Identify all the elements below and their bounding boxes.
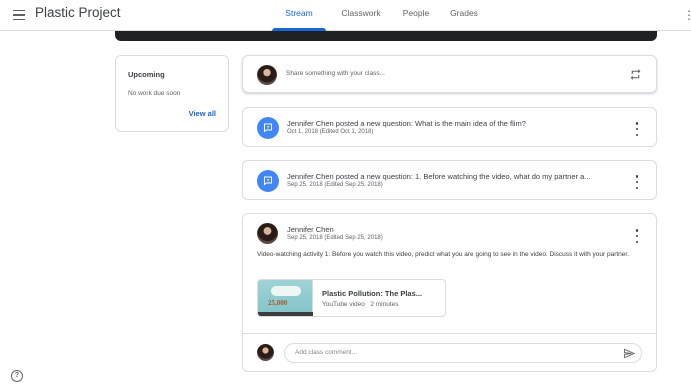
video-thumbnail: 25,000: [258, 280, 313, 316]
question-title: Jennifer Chen posted a new question: 1. …: [287, 172, 591, 181]
upcoming-card: Upcoming No work due soon View all: [115, 55, 229, 132]
avatar: [257, 223, 278, 244]
tab-bar: Stream Classwork People Grades: [272, 0, 486, 31]
comment-input[interactable]: Add class comment...: [284, 343, 642, 363]
question-title: Jennifer Chen posted a new question: Wha…: [287, 119, 526, 128]
post-body: Video-watching activity 1: Before you wa…: [257, 251, 630, 258]
tab-grades[interactable]: Grades: [442, 0, 486, 31]
upcoming-title: Upcoming: [128, 70, 165, 79]
share-box[interactable]: Share something with your class...: [242, 55, 657, 93]
attachment-meta: YouTube video 2 minutes: [322, 301, 399, 308]
top-bar: Plastic Project Stream Classwork People …: [0, 0, 691, 31]
view-all-link[interactable]: View all: [189, 109, 216, 118]
tab-people[interactable]: People: [394, 0, 438, 31]
post-date: Sep 25, 2018 (Edited Sep 25, 2018): [287, 235, 383, 241]
repost-icon[interactable]: [629, 68, 642, 81]
help-icon[interactable]: ?: [11, 370, 23, 382]
question-date: Oct 1, 2018 (Edited Oct 1, 2018): [287, 129, 374, 135]
question-icon: ?: [257, 170, 279, 192]
send-icon[interactable]: [623, 348, 635, 359]
tab-stream[interactable]: Stream: [272, 0, 326, 31]
more-vert-icon[interactable]: [634, 229, 640, 243]
svg-text:?: ?: [267, 178, 270, 183]
attachment-duration: 2 minutes: [370, 301, 399, 308]
attachment-type: YouTube video: [322, 301, 365, 308]
upcoming-empty-text: No work due soon: [128, 90, 181, 97]
question-post[interactable]: ? Jennifer Chen posted a new question: 1…: [242, 160, 657, 200]
more-vert-icon[interactable]: ⋮: [683, 8, 691, 24]
menu-icon[interactable]: [9, 6, 29, 24]
avatar: [257, 344, 274, 361]
comment-placeholder: Add class comment...: [295, 349, 358, 356]
svg-text:?: ?: [267, 125, 270, 130]
thumbnail-number: 25,000: [268, 299, 288, 307]
tab-classwork[interactable]: Classwork: [329, 0, 393, 31]
question-post[interactable]: ? Jennifer Chen posted a new question: W…: [242, 107, 657, 147]
comment-area: Add class comment...: [243, 333, 656, 371]
post-author: Jennifer Chen: [287, 225, 334, 234]
class-title[interactable]: Plastic Project: [35, 5, 121, 20]
question-icon: ?: [257, 117, 279, 139]
announcement-post: Jennifer Chen Sep 25, 2018 (Edited Sep 2…: [242, 213, 657, 372]
class-banner: [115, 31, 657, 41]
video-attachment[interactable]: 25,000 Plastic Pollution: The Plas... Yo…: [257, 279, 446, 317]
question-date: Sep 25, 2018 (Edited Sep 25, 2018): [287, 182, 383, 188]
share-input[interactable]: Share something with your class...: [286, 70, 385, 77]
more-vert-icon[interactable]: [634, 175, 640, 189]
more-vert-icon[interactable]: [634, 122, 640, 136]
attachment-title: Plastic Pollution: The Plas...: [322, 289, 423, 298]
avatar: [257, 65, 277, 85]
